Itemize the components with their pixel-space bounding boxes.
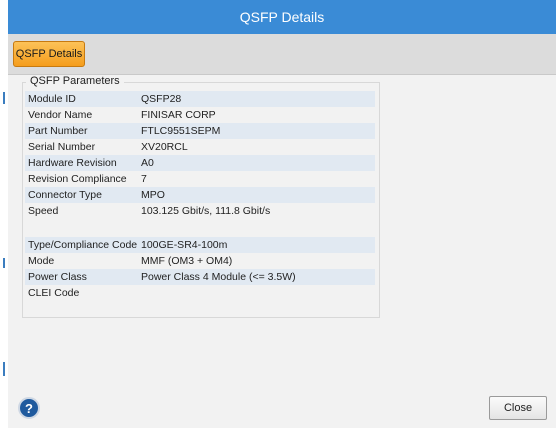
qsfp-details-dialog: QSFP Details QSFP Details QSFP Parameter… bbox=[8, 0, 556, 428]
help-icon: ? bbox=[25, 400, 33, 416]
help-button[interactable]: ? bbox=[18, 397, 40, 419]
table-row: CLEI Code bbox=[25, 285, 375, 301]
param-value: MMF (OM3 + OM4) bbox=[141, 255, 233, 267]
table-row bbox=[25, 219, 375, 237]
param-label: Module ID bbox=[28, 93, 76, 105]
dialog-title-bar: QSFP Details bbox=[8, 0, 556, 34]
param-value: XV20RCL bbox=[141, 141, 188, 153]
table-row: Vendor Name FINISAR CORP bbox=[25, 107, 375, 123]
table-row: Part Number FTLC9551SEPM bbox=[25, 123, 375, 139]
close-button[interactable]: Close bbox=[489, 396, 547, 420]
param-value: FTLC9551SEPM bbox=[141, 125, 221, 137]
table-row: Hardware Revision A0 bbox=[25, 155, 375, 171]
background-mark bbox=[3, 258, 5, 268]
param-value: 7 bbox=[141, 173, 147, 185]
param-label: Revision Compliance bbox=[28, 173, 127, 185]
table-row: Mode MMF (OM3 + OM4) bbox=[25, 253, 375, 269]
param-value: QSFP28 bbox=[141, 93, 182, 105]
param-value: A0 bbox=[141, 157, 154, 169]
param-label: Mode bbox=[28, 255, 55, 267]
param-label: Vendor Name bbox=[28, 109, 93, 121]
background-mark bbox=[3, 92, 5, 104]
param-label: Connector Type bbox=[28, 189, 102, 201]
dialog-title: QSFP Details bbox=[239, 9, 325, 25]
group-title: QSFP Parameters bbox=[26, 75, 124, 87]
table-row: Power Class Power Class 4 Module (<= 3.5… bbox=[25, 269, 375, 285]
parameters-table: Module ID QSFP28 Vendor Name FINISAR COR… bbox=[25, 91, 375, 301]
param-label: CLEI Code bbox=[28, 287, 80, 299]
table-row: Revision Compliance 7 bbox=[25, 171, 375, 187]
param-label: Serial Number bbox=[28, 141, 96, 153]
background-mark bbox=[3, 362, 5, 376]
tab-qsfp-details[interactable]: QSFP Details bbox=[13, 41, 85, 67]
table-row: Serial Number XV20RCL bbox=[25, 139, 375, 155]
param-label: Power Class bbox=[28, 271, 87, 283]
param-label: Speed bbox=[28, 205, 59, 217]
table-row: Module ID QSFP28 bbox=[25, 91, 375, 107]
param-label: Part Number bbox=[28, 125, 88, 137]
param-value: 100GE-SR4-100m bbox=[141, 239, 228, 251]
table-row: Type/Compliance Code 100GE-SR4-100m bbox=[25, 237, 375, 253]
tab-label: QSFP Details bbox=[15, 48, 83, 60]
table-row: Speed 103.125 Gbit/s, 111.8 Gbit/s bbox=[25, 203, 375, 219]
param-value: FINISAR CORP bbox=[141, 109, 216, 121]
param-label: Hardware Revision bbox=[28, 157, 117, 169]
param-value: Power Class 4 Module (<= 3.5W) bbox=[141, 271, 296, 283]
close-button-label: Close bbox=[503, 402, 533, 414]
param-label: Type/Compliance Code bbox=[28, 239, 138, 251]
param-value: MPO bbox=[141, 189, 165, 201]
table-row: Connector Type MPO bbox=[25, 187, 375, 203]
background-strip bbox=[0, 0, 8, 428]
param-value: 103.125 Gbit/s, 111.8 Gbit/s bbox=[141, 205, 271, 217]
dialog-toolbar: QSFP Details bbox=[8, 34, 556, 75]
